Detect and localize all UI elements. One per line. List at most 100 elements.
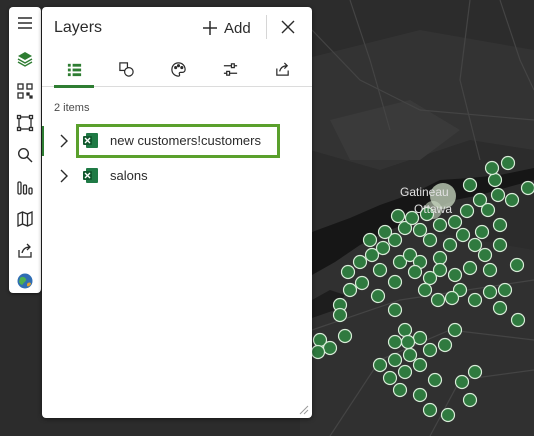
map-point[interactable] xyxy=(372,357,388,373)
map-point[interactable] xyxy=(492,300,508,316)
map-point[interactable] xyxy=(504,192,520,208)
map-point[interactable] xyxy=(482,262,498,278)
add-button[interactable]: Add xyxy=(202,16,251,40)
map-point[interactable] xyxy=(462,392,478,408)
map-icon[interactable] xyxy=(13,207,37,231)
map-point[interactable] xyxy=(422,402,438,418)
map-point[interactable] xyxy=(397,322,413,338)
map-point[interactable] xyxy=(372,262,388,278)
map-point[interactable] xyxy=(310,344,326,360)
map-point[interactable] xyxy=(364,247,380,263)
map-point[interactable] xyxy=(400,334,416,350)
expand-chevron-icon[interactable] xyxy=(57,133,71,149)
basemap-globe-icon[interactable] xyxy=(13,269,37,293)
map-point[interactable] xyxy=(387,334,403,350)
expand-chevron-icon[interactable] xyxy=(57,168,71,184)
layers-panel: Layers Add 2 items new customers!custome… xyxy=(42,7,312,418)
map-point[interactable] xyxy=(484,160,500,176)
map-point[interactable] xyxy=(492,217,508,233)
share-icon[interactable] xyxy=(13,239,37,263)
map-point[interactable] xyxy=(462,177,478,193)
close-button[interactable] xyxy=(278,17,298,37)
map-point[interactable] xyxy=(432,217,448,233)
qr-grid-icon[interactable] xyxy=(13,79,37,103)
map-point[interactable] xyxy=(430,292,446,308)
map-point[interactable] xyxy=(442,237,458,253)
map-point[interactable] xyxy=(412,357,428,373)
map-point[interactable] xyxy=(370,288,386,304)
map-point[interactable] xyxy=(509,257,525,273)
search-icon[interactable] xyxy=(13,143,37,167)
layer-row[interactable]: new customers!customers xyxy=(42,124,312,158)
map-point[interactable] xyxy=(492,237,508,253)
map-point[interactable] xyxy=(510,312,526,328)
map-point[interactable] xyxy=(427,372,443,388)
map-point[interactable] xyxy=(402,347,418,363)
list-icon xyxy=(67,63,81,76)
map-point[interactable] xyxy=(387,302,403,318)
map-point[interactable] xyxy=(447,322,463,338)
map-point[interactable] xyxy=(480,202,496,218)
layers-icon[interactable] xyxy=(13,47,37,71)
map-point[interactable] xyxy=(459,203,475,219)
resize-handle-icon[interactable] xyxy=(297,403,309,415)
map-point[interactable] xyxy=(444,290,460,306)
map-point[interactable] xyxy=(474,224,490,240)
tab-style[interactable] xyxy=(152,51,204,87)
map-label-gatineau: Gatineau xyxy=(400,185,449,199)
map-point[interactable] xyxy=(362,232,378,248)
chart-bars-icon[interactable] xyxy=(13,175,37,199)
map-point[interactable] xyxy=(462,260,478,276)
map-point[interactable] xyxy=(422,232,438,248)
map-point[interactable] xyxy=(520,180,534,196)
map-point[interactable] xyxy=(382,370,398,386)
map-point[interactable] xyxy=(354,275,370,291)
map-point[interactable] xyxy=(422,270,438,286)
map-point[interactable] xyxy=(467,364,483,380)
map-point[interactable] xyxy=(482,284,498,300)
map-point[interactable] xyxy=(500,155,516,171)
map-point[interactable] xyxy=(342,282,358,298)
map-point[interactable] xyxy=(392,382,408,398)
tab-share[interactable] xyxy=(256,51,308,87)
map-point[interactable] xyxy=(455,227,471,243)
map-point[interactable] xyxy=(340,264,356,280)
map-point[interactable] xyxy=(440,407,456,423)
map-point[interactable] xyxy=(397,364,413,380)
map-point[interactable] xyxy=(332,307,348,323)
map-point[interactable] xyxy=(490,187,506,203)
map-point[interactable] xyxy=(432,250,448,266)
map-point[interactable] xyxy=(497,282,513,298)
map-point[interactable] xyxy=(447,214,463,230)
map-point[interactable] xyxy=(337,328,353,344)
map-point[interactable] xyxy=(322,340,338,356)
map-point[interactable] xyxy=(412,222,428,238)
share-icon xyxy=(275,61,289,76)
map-point[interactable] xyxy=(390,208,406,224)
map-point[interactable] xyxy=(412,387,428,403)
map-point[interactable] xyxy=(422,342,438,358)
map-point[interactable] xyxy=(387,274,403,290)
map-point[interactable] xyxy=(377,224,393,240)
map-point[interactable] xyxy=(412,330,428,346)
select-frame-icon[interactable] xyxy=(13,111,37,135)
menu-icon[interactable] xyxy=(13,11,37,35)
map-point[interactable] xyxy=(417,282,433,298)
map-point[interactable] xyxy=(447,267,463,283)
map-point[interactable] xyxy=(467,237,483,253)
left-toolbar xyxy=(9,7,41,293)
map-point[interactable] xyxy=(352,254,368,270)
map-point[interactable] xyxy=(477,247,493,263)
map-point[interactable] xyxy=(487,172,503,188)
map-point[interactable] xyxy=(387,352,403,368)
map-point[interactable] xyxy=(437,337,453,353)
map-point[interactable] xyxy=(467,292,483,308)
tab-filter[interactable] xyxy=(204,51,256,87)
map-point[interactable] xyxy=(454,374,470,390)
map-point[interactable] xyxy=(407,264,423,280)
excel-icon xyxy=(83,168,98,183)
panel-tabs xyxy=(42,51,312,88)
layer-row[interactable]: salons xyxy=(42,159,312,193)
tab-layer-list[interactable] xyxy=(48,51,100,88)
tab-shapes[interactable] xyxy=(100,51,152,87)
